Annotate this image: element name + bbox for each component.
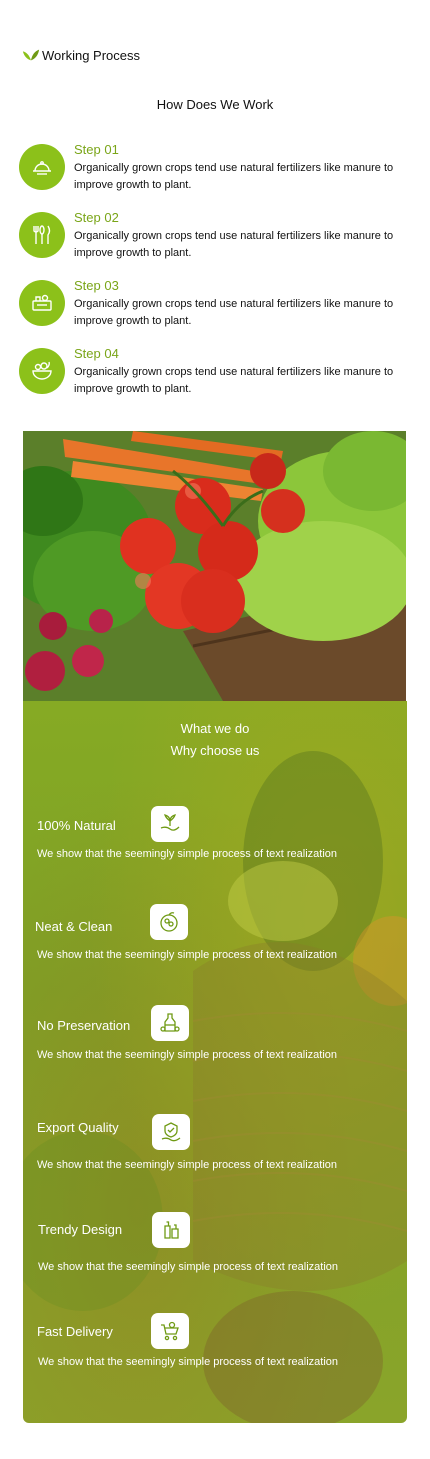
feature-name: Fast Delivery: [37, 1324, 113, 1339]
panel-subtitle: Why choose us: [170, 743, 260, 758]
steps-list: Step 01 Organically grown crops tend use…: [19, 142, 419, 414]
feature-item: Trendy Design We show that the seemingly…: [23, 1212, 407, 1302]
feature-description: We show that the seemingly simple proces…: [37, 949, 337, 961]
feature-item: Fast Delivery We show that the seemingly…: [23, 1313, 407, 1403]
feature-name: 100% Natural: [37, 818, 116, 833]
delivery-cart-icon: [161, 1321, 179, 1341]
fruit-basket-icon: [160, 912, 178, 932]
salad-bowl-icon: [32, 361, 52, 380]
feature-icon-box: [150, 904, 188, 940]
step-icon-circle: [19, 212, 65, 258]
feature-item: 100% Natural We show that the seemingly …: [23, 806, 407, 896]
feature-description: We show that the seemingly simple proces…: [37, 848, 337, 860]
feature-description: We show that the seemingly simple proces…: [37, 1159, 337, 1171]
step-item: Step 02 Organically grown crops tend use…: [19, 210, 419, 259]
plant-hand-icon: [160, 814, 180, 831]
feature-item: Neat & Clean We show that the seemingly …: [23, 904, 407, 994]
bottles-icon: [164, 1221, 179, 1239]
step-description: Organically grown crops tend use natural…: [74, 366, 394, 395]
feature-item: No Preservation We show that the seeming…: [23, 1005, 407, 1095]
step-icon-circle: [19, 280, 65, 326]
feature-icon-box: [151, 1005, 189, 1041]
step-label: Step 02: [74, 210, 119, 225]
section-subtitle: How Does We Work: [156, 97, 274, 112]
oil-bottle-icon: [160, 1013, 180, 1032]
feature-description: We show that the seemingly simple proces…: [37, 1049, 337, 1061]
feature-icon-box: [151, 1313, 189, 1349]
step-label: Step 01: [74, 142, 119, 157]
feature-icon-box: [152, 1114, 190, 1150]
serving-dish-icon: [33, 161, 51, 175]
feature-name: Trendy Design: [38, 1222, 123, 1237]
step-item: Step 01 Organically grown crops tend use…: [19, 142, 419, 191]
step-label: Step 03: [74, 278, 119, 293]
feature-name: Neat & Clean: [35, 919, 113, 934]
step-label: Step 04: [74, 346, 119, 361]
feature-icon-box: [151, 806, 189, 842]
step-item: Step 03 Organically grown crops tend use…: [19, 278, 419, 327]
step-icon-circle: [19, 348, 65, 394]
feature-description: We show that the seemingly simple proces…: [38, 1261, 338, 1273]
groceries-icon: [32, 294, 52, 311]
feature-description: We show that the seemingly simple proces…: [38, 1356, 338, 1368]
step-description: Organically grown crops tend use natural…: [74, 230, 394, 259]
panel-title: What we do: [180, 721, 250, 736]
step-icon-circle: [19, 144, 65, 190]
feature-item: Export Quality We show that the seemingl…: [23, 1114, 407, 1204]
section-title: Working Process: [42, 47, 141, 63]
why-choose-us-panel: What we do Why choose us 100% Natural We…: [23, 701, 407, 1423]
feature-name: Export Quality: [37, 1120, 119, 1135]
step-description: Organically grown crops tend use natural…: [74, 162, 394, 191]
quality-badge-icon: [161, 1122, 181, 1142]
cutlery-icon: [33, 225, 51, 244]
feature-icon-box: [152, 1212, 190, 1248]
step-item: Step 04 Organically grown crops tend use…: [19, 346, 419, 395]
step-description: Organically grown crops tend use natural…: [74, 298, 394, 327]
section-header: Working Process: [22, 46, 140, 64]
leaf-icon: [22, 49, 40, 61]
feature-name: No Preservation: [37, 1018, 131, 1033]
vegetables-image: [23, 431, 406, 701]
